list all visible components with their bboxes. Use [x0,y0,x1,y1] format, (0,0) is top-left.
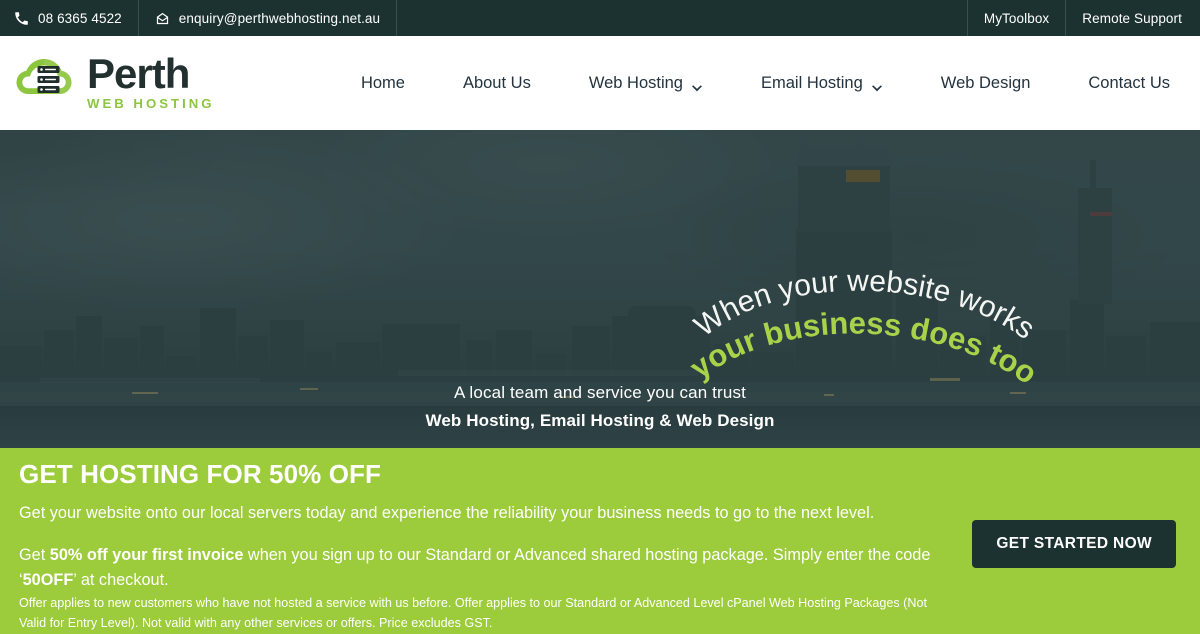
promo-inner: GET HOSTING FOR 50% OFF Get your website… [0,458,1200,594]
promo-body-part-1: Get [19,546,50,565]
promo-lede: Get your website onto our local servers … [19,503,875,522]
promo-body-part-3: ’ at checkout. [73,571,169,590]
topbar-phone-text: 08 6365 4522 [38,10,122,26]
phone-icon [14,11,29,26]
promo-cta-column: GET STARTED NOW [972,458,1182,568]
nav-item-label: Home [360,73,405,92]
topbar-links-group: MyToolbox Remote Support [966,0,1200,36]
topbar-link-remote-support[interactable]: Remote Support [1065,0,1200,36]
promo-banner: GET HOSTING FOR 50% OFF Get your website… [0,448,1200,634]
nav-item-email-hosting[interactable]: Email Hosting [732,74,912,93]
nav-item-home[interactable]: Home [332,74,434,93]
topbar-link-mytoolbox[interactable]: MyToolbox [966,0,1065,36]
topbar-email-link[interactable]: enquiry@perthwebhosting.net.au [139,0,398,36]
page-root: 08 6365 4522 enquiry@perthwebhosting.net… [0,0,1200,634]
nav-item-label: Web Hosting [588,73,683,92]
nav-item-web-design[interactable]: Web Design [912,74,1060,93]
hero-tagline-line-1: A local team and service you can trust [453,383,746,403]
top-contact-bar: 08 6365 4522 enquiry@perthwebhosting.net… [0,0,1200,36]
site-header: Perth WEB HOSTING Home About Us Web Host… [0,36,1200,130]
chevron-down-icon [691,79,703,92]
hero-banner: When your website works your business do… [0,130,1200,448]
hero-center-text: A local team and service you can trust W… [0,380,1200,434]
promo-fine-print: Offer applies to new customers who have … [19,596,927,630]
nav-item-contact-us[interactable]: Contact Us [1059,74,1186,93]
nav-item-label: Web Design [940,73,1031,92]
main-navigation: Home About Us Web Hosting Email Hosting … [332,74,1186,93]
envelope-icon [155,11,170,26]
logo-title: Perth [87,49,190,97]
nav-item-label: Contact Us [1088,73,1170,92]
nav-item-about-us[interactable]: About Us [434,74,560,93]
chevron-down-icon [871,79,883,92]
promo-text-block: GET HOSTING FOR 50% OFF Get your website… [19,458,949,594]
cloud-server-logo-icon [16,55,78,111]
topbar-link-label: MyToolbox [983,10,1050,26]
promo-body: Get 50% off your first invoice when you … [19,543,949,594]
logo-wordmark: Perth WEB HOSTING [87,49,215,112]
site-logo[interactable]: Perth WEB HOSTING [16,49,215,112]
nav-item-web-hosting[interactable]: Web Hosting [560,74,732,93]
topbar-contact-group: 08 6365 4522 enquiry@perthwebhosting.net… [0,0,398,36]
logo-subtitle: WEB HOSTING [87,96,215,112]
topbar-email-text: enquiry@perthwebhosting.net.au [178,10,381,26]
topbar-phone-link[interactable]: 08 6365 4522 [0,0,139,36]
promo-body-bold-code: 50OFF [22,571,74,590]
nav-item-label: Email Hosting [761,73,863,92]
topbar-link-label: Remote Support [1082,10,1182,26]
promo-title: GET HOSTING FOR 50% OFF [19,459,381,489]
nav-item-label: About Us [462,73,531,92]
promo-body-bold-discount: 50% off your first invoice [49,546,244,565]
get-started-now-button[interactable]: GET STARTED NOW [972,520,1176,568]
hero-tagline-line-2: Web Hosting, Email Hosting & Web Design [425,410,775,430]
